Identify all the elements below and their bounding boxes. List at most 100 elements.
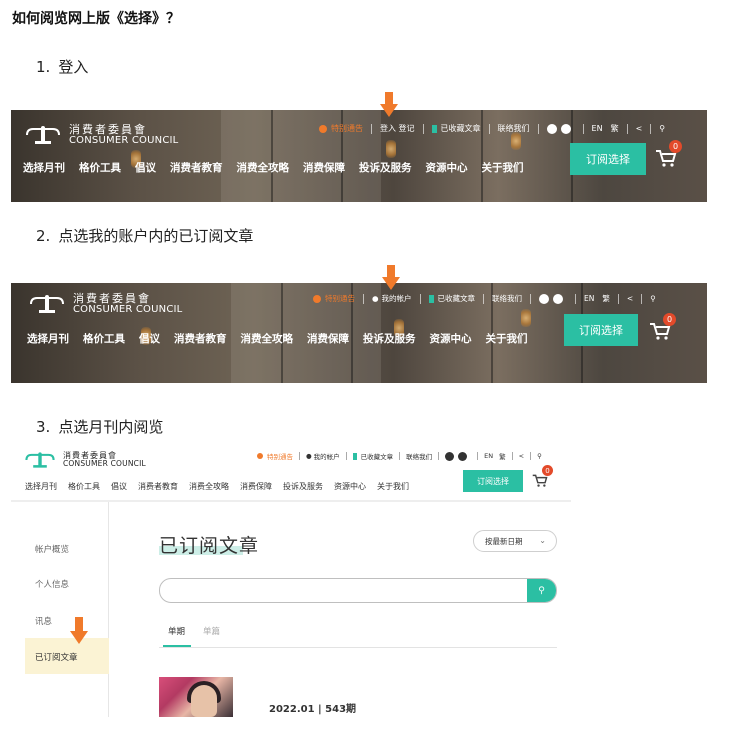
sidebar-item-subscribed[interactable]: 已订阅文章	[25, 638, 109, 674]
nav-item[interactable]: 格价工具	[79, 160, 121, 175]
sidebar-item-label: 已订阅文章	[35, 653, 78, 663]
subscribe-button[interactable]: 订阅选择	[564, 314, 638, 346]
alert-icon	[313, 294, 321, 303]
nav-item[interactable]: 选择月刊	[27, 331, 69, 346]
cart-count-badge: 0	[669, 140, 682, 153]
nav-item[interactable]: 资源中心	[426, 160, 468, 175]
nav-item[interactable]: 消费保障	[240, 481, 272, 492]
cart-count-badge: 0	[542, 465, 553, 476]
cart-button[interactable]: 0	[649, 313, 676, 345]
nav-item[interactable]: 关于我们	[486, 331, 528, 346]
nav-item[interactable]: 消费全攻略	[237, 160, 290, 175]
lang-tc-link[interactable]: 繁	[602, 293, 610, 304]
contact-label: 联络我们	[497, 124, 530, 133]
user-icon: ●	[306, 452, 312, 460]
nav-item[interactable]: 关于我们	[377, 481, 409, 492]
issue-label[interactable]: 2022.01 | 543期	[269, 700, 356, 715]
cart-button[interactable]: 0	[532, 465, 553, 492]
magazine-cover-image[interactable]	[159, 677, 233, 717]
nav-item[interactable]: 选择月刊	[23, 160, 65, 175]
logo[interactable]: 消費者委員會 CONSUMER COUNCIL	[23, 451, 146, 469]
page-title: 如何阅览网上版《选择》？	[12, 11, 180, 27]
screenshot-account-page: 消費者委員會 CONSUMER COUNCIL 特别通告 ● 我的帐户 已收藏文章 …	[11, 445, 571, 717]
lang-en-link[interactable]: EN	[484, 452, 493, 460]
lang-en-link[interactable]: EN	[584, 294, 594, 303]
nav-item[interactable]: 选择月刊	[25, 481, 57, 492]
saved-articles-link[interactable]: 已收藏文章	[428, 293, 476, 304]
my-account-link[interactable]: ● 我的帐户	[372, 293, 412, 304]
search-icon[interactable]: ⚲	[537, 452, 542, 460]
nav-item[interactable]: 消费保障	[303, 160, 345, 175]
search-button[interactable]: ⚲	[527, 579, 556, 602]
lang-tc-link[interactable]: 繁	[611, 123, 619, 134]
youtube-icon[interactable]	[553, 293, 564, 304]
nav-item[interactable]: 倡议	[135, 160, 156, 175]
nav-item[interactable]: 投诉及服务	[283, 481, 323, 492]
alert-link[interactable]: 特别通告	[313, 293, 355, 304]
sidebar-item-overview[interactable]: 帐户概览	[35, 543, 69, 555]
nav-item[interactable]: 倡议	[139, 331, 160, 346]
nav-item[interactable]: 消费者教育	[170, 160, 223, 175]
youtube-icon[interactable]	[560, 123, 571, 134]
search-icon[interactable]: ⚲	[659, 124, 665, 133]
nav-item[interactable]: 消费全攻略	[189, 481, 229, 492]
step-number: 1.	[36, 58, 51, 76]
lang-tc-link[interactable]: 繁	[499, 451, 506, 461]
scales-logo-icon	[25, 452, 55, 468]
alert-link[interactable]: 特别通告	[319, 123, 363, 134]
top-utility-bar: 特别通告 ● 我的帐户 已收藏文章 联络我们 EN 繁 < ⚲	[257, 451, 542, 461]
logo[interactable]: 消費者委員會 CONSUMER COUNCIL	[23, 124, 178, 146]
share-icon[interactable]: <	[627, 294, 633, 303]
nav-item[interactable]: 关于我们	[482, 160, 524, 175]
tab-issue[interactable]: 单期	[168, 627, 185, 637]
nav-item[interactable]: 格价工具	[83, 331, 125, 346]
contact-link[interactable]: 联络我们	[492, 293, 522, 304]
facebook-icon[interactable]	[445, 451, 455, 461]
login-register-link[interactable]: 登入 登记	[380, 123, 415, 134]
subscribe-button[interactable]: 订阅选择	[463, 470, 523, 492]
step-text: 登入	[58, 58, 89, 76]
saved-articles-link[interactable]: 已收藏文章	[431, 123, 481, 134]
sidebar-item-messages[interactable]: 讯息	[35, 615, 52, 627]
main-nav: 选择月刊 格价工具 倡议 消费者教育 消费全攻略 消费保障 投诉及服务 资源中心 关于我们	[23, 160, 538, 175]
nav-item[interactable]: 投诉及服务	[363, 331, 416, 346]
search-icon: ⚲	[538, 585, 545, 596]
search-icon[interactable]: ⚲	[650, 294, 656, 303]
share-icon[interactable]: <	[519, 452, 524, 460]
nav-item[interactable]: 资源中心	[430, 331, 472, 346]
contact-link[interactable]: 联络我们	[406, 451, 432, 461]
youtube-icon[interactable]	[458, 451, 468, 461]
search-input[interactable]: ⚲	[159, 578, 557, 603]
lang-en-link[interactable]: EN	[592, 124, 603, 133]
nav-item[interactable]: 消费保障	[307, 331, 349, 346]
sort-dropdown[interactable]: 按最新日期 ⌄	[473, 530, 557, 552]
alert-link[interactable]: 特别通告	[257, 451, 293, 461]
cart-button[interactable]: 0	[655, 140, 682, 172]
nav-item[interactable]: 格价工具	[68, 481, 100, 492]
share-icon[interactable]: <	[636, 124, 643, 133]
tab-article[interactable]: 单篇	[203, 627, 220, 637]
nav-item[interactable]: 资源中心	[334, 481, 366, 492]
logo-english: CONSUMER COUNCIL	[73, 303, 183, 315]
my-account-link[interactable]: ● 我的帐户	[306, 451, 340, 461]
logo[interactable]: 消費者委員會 CONSUMER COUNCIL	[27, 293, 182, 315]
alert-label: 特别通告	[331, 124, 363, 133]
alert-icon	[257, 453, 263, 459]
alert-icon	[319, 124, 327, 133]
saved-label: 已收藏文章	[437, 294, 476, 303]
nav-item[interactable]: 投诉及服务	[359, 160, 412, 175]
cart-count-badge: 0	[663, 313, 676, 326]
facebook-icon[interactable]	[546, 123, 557, 134]
nav-item[interactable]: 消费者教育	[174, 331, 227, 346]
main-nav: 选择月刊 格价工具 倡议 消费者教育 消费全攻略 消费保障 投诉及服务 资源中心 关于我们	[27, 331, 542, 346]
nav-item[interactable]: 消费全攻略	[241, 331, 294, 346]
contact-link[interactable]: 联络我们	[498, 123, 530, 134]
nav-item[interactable]: 消费者教育	[138, 481, 178, 492]
saved-articles-link[interactable]: 已收藏文章	[352, 451, 393, 461]
nav-item[interactable]: 倡议	[111, 481, 127, 492]
contact-label: 联络我们	[406, 453, 433, 461]
sidebar-item-profile[interactable]: 个人信息	[35, 578, 69, 590]
subscribe-button[interactable]: 订阅选择	[570, 143, 646, 175]
facebook-icon[interactable]	[539, 293, 550, 304]
top-utility-bar: 特别通告 登入 登记 已收藏文章 联络我们 EN 繁 < ⚲	[319, 123, 665, 134]
